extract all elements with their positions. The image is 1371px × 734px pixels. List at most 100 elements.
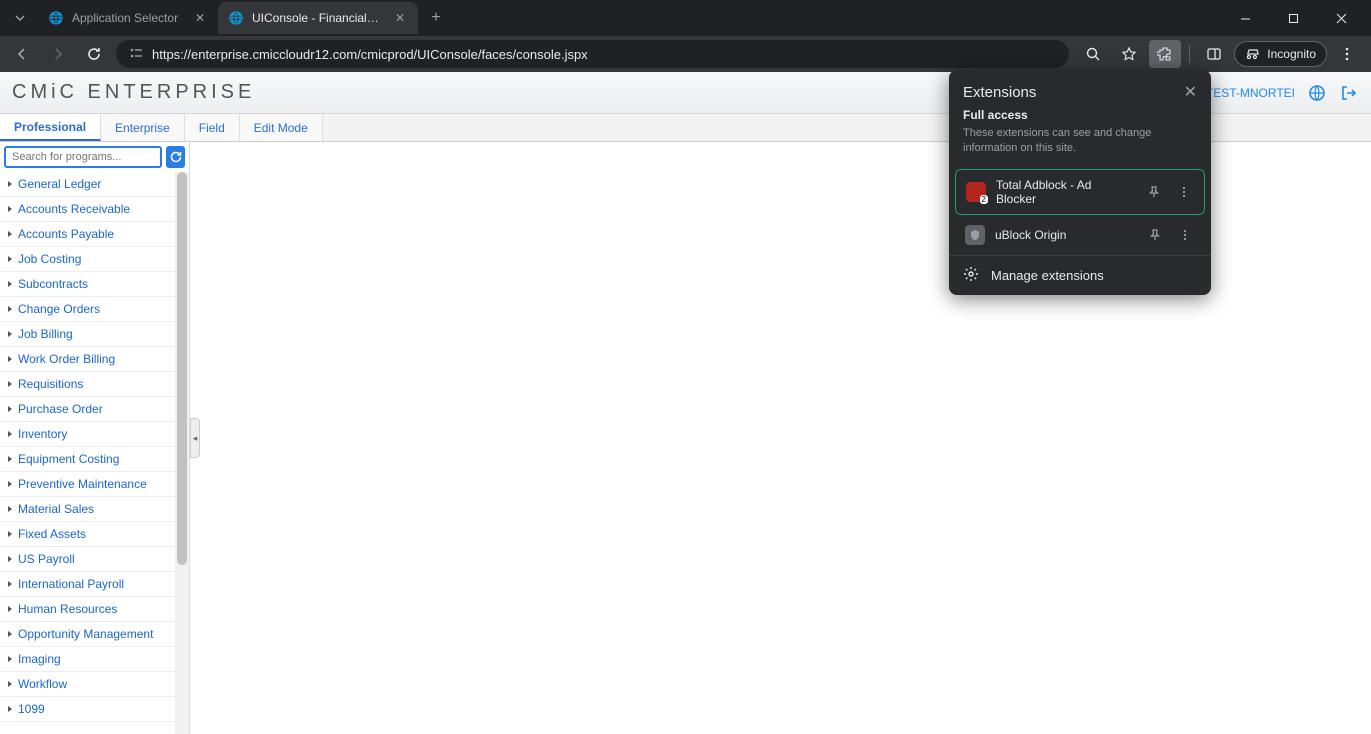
tree-item-label: Work Order Billing xyxy=(18,352,115,366)
tree-item[interactable]: Human Resources xyxy=(0,597,175,622)
caret-right-icon xyxy=(8,681,12,687)
scrollbar-thumb[interactable] xyxy=(177,172,187,565)
popup-title: Extensions xyxy=(963,84,1036,101)
tree-item[interactable]: International Payroll xyxy=(0,572,175,597)
extension-icon xyxy=(965,225,985,245)
caret-right-icon xyxy=(8,306,12,312)
incognito-icon xyxy=(1245,46,1261,62)
bookmark-icon[interactable] xyxy=(1113,40,1145,68)
kebab-menu-icon[interactable] xyxy=(1331,40,1363,68)
caret-right-icon xyxy=(8,356,12,362)
tree-item-label: Human Resources xyxy=(18,602,117,616)
extensions-icon[interactable] xyxy=(1149,40,1181,68)
logout-icon[interactable] xyxy=(1339,83,1359,103)
caret-right-icon xyxy=(8,531,12,537)
tree-item[interactable]: Preventive Maintenance xyxy=(0,472,175,497)
extension-item[interactable]: uBlock Origin xyxy=(955,217,1205,253)
mode-tab-field[interactable]: Field xyxy=(185,114,240,141)
nav-tree: General Ledger Accounts ReceivableAccount… xyxy=(0,172,175,734)
browser-tab-inactive[interactable]: 🌐 Application Selector ✕ xyxy=(38,2,218,34)
tab-title: UIConsole - Financials Console xyxy=(252,11,384,25)
tab-strip: 🌐 Application Selector ✕ 🌐 UIConsole - F… xyxy=(0,0,1371,36)
tab-search-dropdown[interactable] xyxy=(8,6,32,30)
incognito-chip[interactable]: Incognito xyxy=(1234,41,1327,67)
caret-right-icon xyxy=(8,231,12,237)
mode-tab-professional[interactable]: Professional xyxy=(0,114,101,141)
reload-button[interactable] xyxy=(80,40,108,68)
close-window-button[interactable] xyxy=(1319,2,1363,34)
tree-item[interactable]: 1099 xyxy=(0,697,175,722)
refresh-button[interactable] xyxy=(166,146,185,168)
tree-item-label: 1099 xyxy=(18,702,45,716)
tree-item-label: Equipment Costing xyxy=(18,452,119,466)
close-icon[interactable]: ✕ xyxy=(192,10,208,26)
kebab-menu-icon[interactable] xyxy=(1174,182,1194,202)
tree-item-label: Change Orders xyxy=(18,302,100,316)
forward-button[interactable] xyxy=(44,40,72,68)
pin-icon[interactable] xyxy=(1145,225,1165,245)
site-settings-icon[interactable] xyxy=(128,45,144,64)
url-text: https://enterprise.cmiccloudr12.com/cmic… xyxy=(152,47,588,62)
tree-item[interactable]: Material Sales xyxy=(0,497,175,522)
mode-tab-enterprise[interactable]: Enterprise xyxy=(101,114,185,141)
manage-extensions[interactable]: Manage extensions xyxy=(949,255,1211,295)
caret-right-icon xyxy=(8,656,12,662)
globe-icon: 🌐 xyxy=(228,10,244,26)
tree-item[interactable]: Requisitions xyxy=(0,372,175,397)
address-bar[interactable]: https://enterprise.cmiccloudr12.com/cmic… xyxy=(116,40,1069,68)
extension-item[interactable]: 2Total Adblock - Ad Blocker xyxy=(955,169,1205,215)
caret-right-icon xyxy=(8,581,12,587)
caret-right-icon xyxy=(8,206,12,212)
tree-item[interactable]: Subcontracts xyxy=(0,272,175,297)
back-button[interactable] xyxy=(8,40,36,68)
scrollbar[interactable] xyxy=(175,172,189,734)
globe-icon: 🌐 xyxy=(48,10,64,26)
browser-tab-active[interactable]: 🌐 UIConsole - Financials Console ✕ xyxy=(218,2,418,34)
tree-item-label: Requisitions xyxy=(18,377,83,391)
tree-item-label: US Payroll xyxy=(18,552,75,566)
maximize-button[interactable] xyxy=(1271,2,1315,34)
popup-section-desc: These extensions can see and change info… xyxy=(949,126,1211,167)
tree-item[interactable]: Job Billing xyxy=(0,322,175,347)
tree-item[interactable]: Opportunity Management xyxy=(0,622,175,647)
caret-right-icon xyxy=(8,506,12,512)
caret-right-icon xyxy=(8,406,12,412)
new-tab-button[interactable]: + xyxy=(422,4,450,32)
search-input[interactable] xyxy=(4,146,162,168)
mode-tab-edit-mode[interactable]: Edit Mode xyxy=(240,114,323,141)
tree-item[interactable]: Workflow xyxy=(0,672,175,697)
tree-item[interactable]: General Ledger xyxy=(0,172,175,197)
zoom-icon[interactable] xyxy=(1077,40,1109,68)
tree-item-label: Workflow xyxy=(18,677,67,691)
tree-item[interactable]: Job Costing xyxy=(0,247,175,272)
tree-item-label: General Ledger xyxy=(18,177,101,191)
caret-right-icon xyxy=(8,706,12,712)
close-icon[interactable]: ✕ xyxy=(392,10,408,26)
tree-item[interactable]: Imaging xyxy=(0,647,175,672)
tree-item-label: Subcontracts xyxy=(18,277,88,291)
tree-item-label: Job Costing xyxy=(18,252,81,266)
tree-item-label: Material Sales xyxy=(18,502,94,516)
tree-item[interactable]: US Payroll xyxy=(0,547,175,572)
kebab-menu-icon[interactable] xyxy=(1175,225,1195,245)
tree-item[interactable]: Inventory xyxy=(0,422,175,447)
toolbar-right: Incognito xyxy=(1077,40,1363,68)
collapse-handle[interactable]: ◂ xyxy=(190,418,200,458)
minimize-button[interactable] xyxy=(1223,2,1267,34)
globe-icon[interactable] xyxy=(1307,83,1327,103)
tab-title: Application Selector xyxy=(72,11,184,25)
tree-item[interactable]: Purchase Order xyxy=(0,397,175,422)
tree-item[interactable]: Change Orders xyxy=(0,297,175,322)
pin-icon[interactable] xyxy=(1144,182,1164,202)
tree-item[interactable]: Equipment Costing xyxy=(0,447,175,472)
caret-right-icon xyxy=(8,331,12,337)
extension-name: uBlock Origin xyxy=(995,228,1135,242)
close-icon[interactable]: ✕ xyxy=(1184,82,1197,102)
caret-right-icon xyxy=(8,181,12,187)
tree-item[interactable]: Accounts Payable xyxy=(0,222,175,247)
tree-item[interactable]: Fixed Assets xyxy=(0,522,175,547)
tree-item[interactable]: Accounts Receivable xyxy=(0,197,175,222)
side-panel-icon[interactable] xyxy=(1198,40,1230,68)
gear-icon xyxy=(963,266,979,285)
tree-item[interactable]: Work Order Billing xyxy=(0,347,175,372)
